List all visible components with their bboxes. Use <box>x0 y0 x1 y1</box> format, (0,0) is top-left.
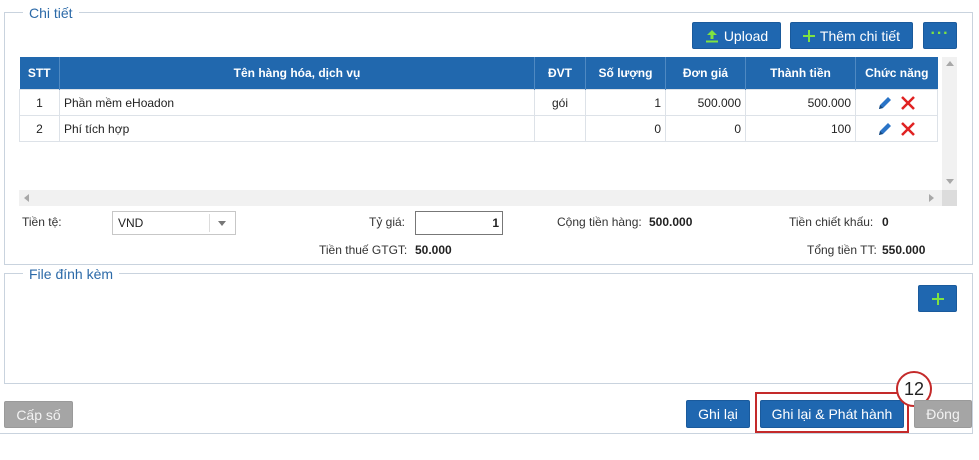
exchange-rate-input[interactable]: 1 <box>415 211 503 235</box>
vertical-scrollbar[interactable] <box>942 57 957 190</box>
scrollbar-corner <box>942 190 957 206</box>
scroll-left-arrow-icon[interactable] <box>24 194 29 202</box>
delete-x-icon[interactable] <box>900 121 916 137</box>
more-options-button[interactable]: ··· <box>923 22 957 49</box>
cell-name[interactable]: Phần mềm eHoadon <box>59 89 535 116</box>
add-detail-button[interactable]: Thêm chi tiết <box>790 22 913 49</box>
issue-number-button[interactable]: Cấp số <box>4 401 73 428</box>
upload-icon <box>705 29 718 42</box>
upload-button[interactable]: Upload <box>692 22 781 49</box>
cell-unit[interactable] <box>534 115 586 142</box>
save-button[interactable]: Ghi lại <box>686 400 750 428</box>
pencil-icon[interactable] <box>877 95 893 111</box>
pencil-icon[interactable] <box>877 121 893 137</box>
col-header-name[interactable]: Tên hàng hóa, dịch vụ <box>59 57 535 90</box>
save-publish-label: Ghi lại & Phát hành <box>771 406 893 422</box>
table-row[interactable]: 2 Phí tích hợp 0 0 100 <box>19 115 938 142</box>
vat-label: Tiền thuế GTGT: <box>319 243 408 257</box>
ellipsis-icon: ··· <box>930 24 950 42</box>
horizontal-scrollbar[interactable] <box>19 190 957 206</box>
cell-actions <box>855 115 938 142</box>
col-header-stt[interactable]: STT <box>19 57 60 90</box>
vat-value: 50.000 <box>415 243 452 257</box>
add-attachment-button[interactable] <box>918 285 957 312</box>
table-header-row: STT Tên hàng hóa, dịch vụ ĐVT Số lượng Đ… <box>19 57 938 90</box>
cell-stt: 1 <box>19 89 60 116</box>
scroll-up-arrow-icon[interactable] <box>946 61 954 66</box>
col-header-qty[interactable]: Số lượng <box>585 57 666 90</box>
goods-total-label: Cộng tiền hàng: <box>557 215 642 229</box>
close-label: Đóng <box>926 406 960 422</box>
col-header-amount[interactable]: Thành tiền <box>745 57 856 90</box>
details-table: STT Tên hàng hóa, dịch vụ ĐVT Số lượng Đ… <box>19 57 938 142</box>
cell-name[interactable]: Phí tích hợp <box>59 115 535 142</box>
table-row[interactable]: 1 Phần mềm eHoadon gói 1 500.000 500.000 <box>19 89 938 116</box>
discount-label: Tiền chiết khấu: <box>789 215 874 229</box>
discount-value: 0 <box>882 215 889 229</box>
exchange-rate-value: 1 <box>492 216 499 230</box>
cell-unit[interactable]: gói <box>534 89 586 116</box>
currency-value: VND <box>118 216 144 230</box>
grand-total-label: Tổng tiền TT: <box>807 243 877 257</box>
currency-select[interactable]: VND <box>112 211 236 235</box>
col-header-actions: Chức năng <box>855 57 938 90</box>
cell-stt: 2 <box>19 115 60 142</box>
cell-qty[interactable]: 1 <box>585 89 666 116</box>
col-header-price[interactable]: Đơn giá <box>665 57 746 90</box>
attachments-legend: File đính kèm <box>23 266 120 282</box>
cell-qty[interactable]: 0 <box>585 115 666 142</box>
step-number: 12 <box>903 378 925 399</box>
right-border-line <box>972 384 973 434</box>
dropdown-divider <box>209 214 210 232</box>
cell-price[interactable]: 0 <box>665 115 746 142</box>
add-detail-label: Thêm chi tiết <box>819 27 901 44</box>
details-legend: Chi tiết <box>23 5 79 21</box>
cell-amount: 500.000 <box>745 89 856 116</box>
dropdown-arrow-icon[interactable] <box>218 221 226 226</box>
close-button[interactable]: Đóng <box>914 400 972 428</box>
cell-amount: 100 <box>745 115 856 142</box>
issue-number-label: Cấp số <box>16 406 61 423</box>
plus-icon <box>802 29 815 42</box>
plus-icon <box>931 292 944 305</box>
upload-label: Upload <box>723 27 769 44</box>
save-publish-button[interactable]: Ghi lại & Phát hành <box>760 400 904 428</box>
footer-divider <box>0 433 973 434</box>
goods-total-value: 500.000 <box>649 215 693 229</box>
attachments-panel <box>4 273 973 384</box>
grand-total-value: 550.000 <box>882 243 926 257</box>
col-header-unit[interactable]: ĐVT <box>534 57 586 90</box>
cell-price[interactable]: 500.000 <box>665 89 746 116</box>
scroll-right-arrow-icon[interactable] <box>929 194 934 202</box>
delete-x-icon[interactable] <box>900 95 916 111</box>
scroll-down-arrow-icon[interactable] <box>946 179 954 184</box>
exchange-rate-label: Tỷ giá: <box>369 215 406 229</box>
save-label: Ghi lại <box>698 406 738 422</box>
cell-actions <box>855 89 938 116</box>
currency-label: Tiền tệ: <box>22 215 62 229</box>
